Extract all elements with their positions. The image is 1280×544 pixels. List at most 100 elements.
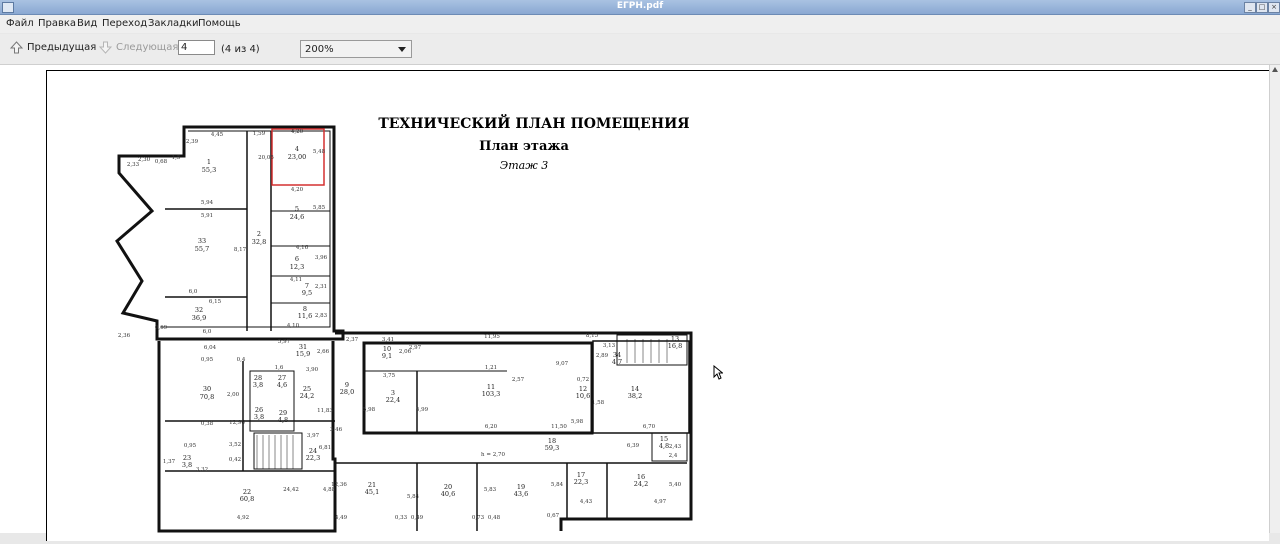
menu-file[interactable]: Файл: [6, 18, 34, 29]
room-area: 55,3: [202, 166, 216, 174]
room-area: 22,4: [386, 396, 400, 404]
room-area: 103,3: [482, 390, 501, 398]
dimension-label: 5,84: [407, 494, 420, 500]
room-area: 59,3: [545, 444, 559, 452]
dimension-label: 0,49: [411, 515, 424, 521]
chevron-down-icon: [398, 47, 406, 52]
room-number: 4: [295, 145, 299, 153]
dimension-label: 3,32: [196, 467, 208, 473]
dimension-label: 3,97: [307, 433, 320, 439]
dimension-label: 0,68: [155, 159, 168, 165]
dimension-label: 5,83: [484, 487, 497, 493]
menu-edit[interactable]: Правка: [38, 18, 76, 29]
dimension-label: 20,05: [258, 155, 274, 161]
room-area: 22,3: [574, 478, 588, 486]
plan-title: ТЕХНИЧЕСКИЙ ПЛАН ПОМЕЩЕНИЯ: [378, 113, 689, 132]
room-area: 15,9: [296, 350, 310, 358]
dimension-label: 3,41: [382, 337, 394, 343]
arrow-down-icon: [99, 41, 112, 54]
dimension-label: 0,33: [395, 515, 408, 521]
room-area: 38,2: [628, 392, 642, 400]
dimension-label: 2,57: [512, 377, 525, 383]
menu-view[interactable]: Вид: [77, 18, 97, 29]
dimension-label: 12,96: [229, 420, 245, 426]
room-area: 32,8: [252, 238, 266, 246]
room-area: 3,8: [254, 413, 264, 421]
dimension-label: 3,13: [603, 343, 616, 349]
menu-help[interactable]: Помощь: [198, 18, 241, 29]
next-button[interactable]: Следующая: [99, 41, 178, 56]
dimension-label: 5,85: [313, 205, 326, 211]
dimension-label: 2,89: [596, 353, 609, 359]
room-area: 4,6: [277, 381, 287, 389]
dimension-label: 5,48: [313, 149, 326, 155]
dimension-label: 8,15: [586, 333, 599, 339]
dimension-label: 4,49: [335, 515, 348, 521]
room-number: 2: [257, 230, 261, 238]
dimension-label: 6,15: [209, 299, 222, 305]
dimension-label: 4,45: [211, 132, 224, 138]
dimension-label: 12,36: [331, 482, 347, 488]
dimension-label: 2,39: [186, 139, 199, 145]
page-number-input[interactable]: 4: [178, 40, 215, 55]
room-number: 1: [207, 158, 211, 166]
dimension-label: 3,96: [315, 255, 328, 261]
room-area: 70,8: [200, 393, 214, 401]
dimension-label: 4,43: [580, 499, 593, 505]
zoom-select[interactable]: 200%: [300, 40, 412, 58]
toolbar: Предыдущая Следующая 4 (4 из 4) 200%: [0, 34, 1280, 65]
previous-button[interactable]: Предыдущая: [10, 41, 96, 56]
menu-bar: Файл Правка Вид Переход Закладки Помощь: [0, 15, 1280, 33]
room-area: 10,6: [576, 392, 590, 400]
dimension-label: 1,6: [275, 365, 284, 371]
minimize-icon[interactable]: _: [1244, 2, 1256, 13]
dimension-label: 5,84: [551, 482, 564, 488]
dimension-label: 0,42: [229, 457, 241, 463]
dimension-label: 2,30: [138, 157, 151, 163]
dimension-label: 1,5: [172, 155, 181, 161]
zoom-value: 200%: [305, 44, 334, 55]
dimension-label: 2,00: [227, 392, 240, 398]
scroll-up-icon[interactable]: [1272, 67, 1278, 72]
dimension-label: 6,81: [319, 445, 331, 451]
dimension-labels: 4,45 2,39 1,59 4,20 20,05 5,48 2,30 0,68 1,5 2,33…: [118, 129, 682, 521]
dimension-label: 4,11: [290, 277, 302, 283]
room-area: 24,2: [634, 480, 648, 488]
room-area: 45,1: [365, 488, 379, 496]
plan-floor: Этаж 3: [500, 159, 548, 172]
next-label: Следующая: [116, 42, 179, 53]
dimension-label: 6,0: [189, 289, 198, 295]
room-number: 30: [203, 385, 211, 393]
dimension-label: 9,07: [556, 361, 569, 367]
room-area: 23,00: [288, 153, 307, 161]
dimension-label: 4,97: [654, 499, 667, 505]
close-icon[interactable]: ×: [1268, 2, 1280, 13]
dimension-label: 2,97: [409, 345, 422, 351]
dimension-label: 2,43: [669, 444, 682, 450]
room-area: 9,1: [382, 352, 392, 360]
vertical-scrollbar[interactable]: [1269, 65, 1280, 533]
arrow-up-icon: [10, 41, 23, 54]
dimension-label: 11,50: [551, 424, 567, 430]
room-area: 24,6: [290, 213, 304, 221]
maximize-icon[interactable]: □: [1256, 2, 1268, 13]
room-area: 12,3: [290, 263, 304, 271]
pdf-page: ТЕХНИЧЕСКИЙ ПЛАН ПОМЕЩЕНИЯ План этажа Эт…: [46, 70, 1269, 541]
room-area: 4,7: [612, 358, 622, 366]
dimension-label: 8,17: [234, 247, 247, 253]
dimension-label: 0,69: [155, 325, 168, 331]
dimension-label: 1,58: [592, 400, 605, 406]
menu-go[interactable]: Переход: [102, 18, 147, 29]
dimension-label: 1,59: [253, 131, 266, 137]
dimension-label: 0,4: [237, 357, 246, 363]
dimension-label: 2,31: [315, 284, 327, 290]
dimension-label: 6,20: [485, 424, 498, 430]
dimension-label: 6,70: [643, 424, 656, 430]
room-area: 40,6: [441, 490, 455, 498]
dimension-label: 1,21: [485, 365, 497, 371]
dimension-label: 5,98: [363, 407, 376, 413]
room-area: 28,0: [340, 388, 354, 396]
dimension-label: 24,42: [283, 487, 299, 493]
menu-bookmarks[interactable]: Закладки: [148, 18, 199, 29]
page-count: (4 из 4): [221, 44, 260, 55]
